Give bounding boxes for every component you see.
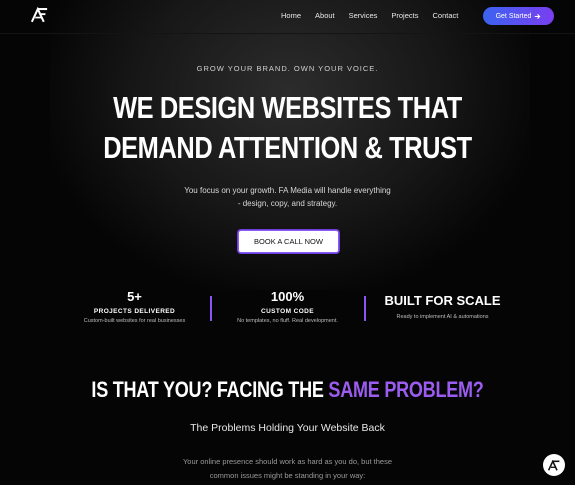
problem-description-line2: common issues might be standing in your … bbox=[209, 471, 366, 480]
book-call-button[interactable]: BOOK A CALL NOW bbox=[238, 230, 339, 253]
hero-headline-line2: DEMAND ATTENTION & TRUST bbox=[103, 130, 472, 165]
stat-label: PROJECTS DELIVERED bbox=[93, 308, 176, 315]
chat-widget-button[interactable] bbox=[543, 454, 565, 476]
problem-heading: IS THAT YOU? FACING THE SAME PROBLEM? bbox=[52, 376, 524, 404]
nav-link-about[interactable]: About bbox=[315, 11, 335, 21]
hero-subtitle: You focus on your growth. FA Media will … bbox=[0, 184, 575, 210]
stat-value: 100% bbox=[270, 289, 305, 304]
brand-logo[interactable] bbox=[31, 7, 48, 23]
brand-logo-icon bbox=[548, 459, 560, 471]
nav-links: Home About Services Projects Contact bbox=[281, 11, 472, 21]
nav-link-projects[interactable]: Projects bbox=[391, 11, 418, 21]
stat-label: CUSTOM CODE bbox=[260, 308, 315, 315]
get-started-button[interactable]: Get Started bbox=[483, 7, 554, 25]
stat-divider bbox=[210, 296, 212, 321]
nav-link-services[interactable]: Services bbox=[349, 11, 378, 21]
stat-description: Ready to implement AI & automations bbox=[396, 314, 489, 320]
problem-description-line1: Your online presence should work as hard… bbox=[182, 457, 393, 466]
hero-headline-line1: WE DESIGN WEBSITES THAT bbox=[113, 90, 462, 125]
stat-scale: BUILT FOR SCALE Ready to implement AI & … bbox=[370, 293, 515, 321]
stat-description: No templates, no fluff. Real development… bbox=[237, 318, 338, 324]
problem-subtitle: The Problems Holding Your Website Back bbox=[190, 422, 385, 434]
stat-custom-code: 100% CUSTOM CODE No templates, no fluff.… bbox=[215, 289, 360, 325]
stat-value: BUILT FOR SCALE bbox=[384, 293, 501, 308]
nav-link-contact[interactable]: Contact bbox=[432, 11, 458, 21]
hero-subtitle-line1: You focus on your growth. FA Media will … bbox=[184, 186, 391, 195]
arrow-right-icon bbox=[535, 13, 541, 19]
problem-heading-accent: SAME PROBLEM? bbox=[328, 377, 484, 402]
get-started-label: Get Started bbox=[495, 12, 532, 20]
hero-headline: WE DESIGN WEBSITES THAT DEMAND ATTENTION… bbox=[52, 88, 524, 168]
stat-divider bbox=[364, 296, 366, 321]
stat-description: Custom-built websites for real businesse… bbox=[83, 318, 186, 324]
stat-projects: 5+ PROJECTS DELIVERED Custom-built websi… bbox=[62, 289, 207, 325]
hero-eyebrow: GROW YOUR BRAND. OWN YOUR VOICE. bbox=[196, 64, 379, 73]
problem-description: Your online presence should work as hard… bbox=[0, 455, 575, 483]
problem-heading-plain: IS THAT YOU? FACING THE bbox=[91, 377, 329, 402]
stat-value: 5+ bbox=[127, 289, 142, 304]
hero-subtitle-line2: - design, copy, and strategy. bbox=[237, 199, 338, 208]
nav-link-home[interactable]: Home bbox=[281, 11, 301, 21]
top-navbar: Home About Services Projects Contact Get… bbox=[0, 0, 575, 34]
